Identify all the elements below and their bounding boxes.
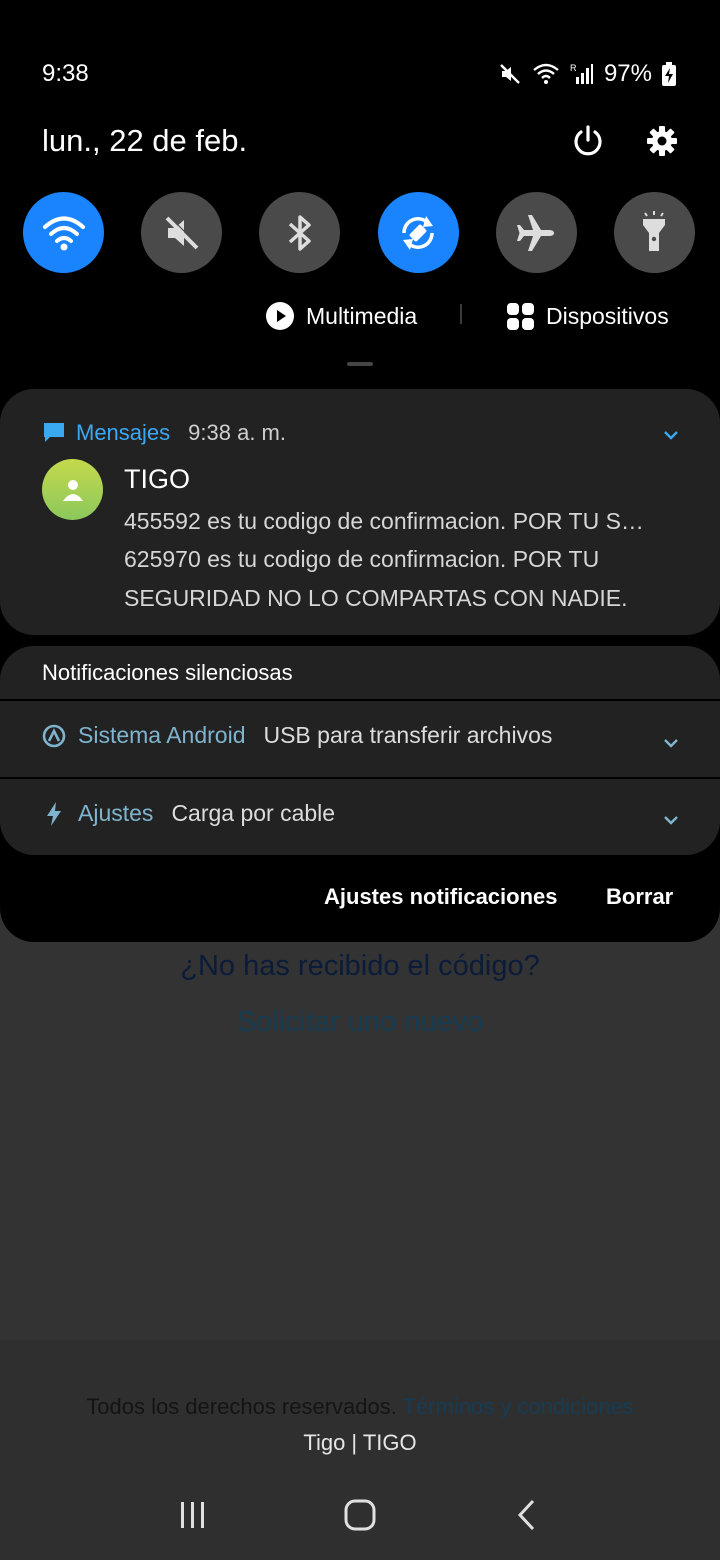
power-button[interactable] <box>566 119 610 163</box>
multimedia-button[interactable]: Multimedia <box>266 296 417 336</box>
airplane-icon <box>517 214 555 251</box>
notification-time: 9:38 a. m. <box>188 420 286 445</box>
signal-roaming-icon: R <box>570 63 593 84</box>
qs-flashlight-toggle[interactable] <box>613 192 695 273</box>
back-icon <box>517 1499 534 1531</box>
clock: 9:38 <box>42 60 89 87</box>
lightning-icon <box>47 801 61 826</box>
devices-button[interactable]: Dispositivos <box>507 296 669 336</box>
message-line-1: 455592 es tu codigo de confirmacion. POR… <box>124 508 644 534</box>
date-label: lun., 22 de feb. <box>42 123 248 158</box>
message-bubble-icon <box>44 423 64 442</box>
mute-icon <box>500 64 520 84</box>
home-button[interactable] <box>320 1485 400 1545</box>
expand-chevron-icon[interactable] <box>661 733 681 753</box>
notification-header: Mensajes 9:38 a. m. <box>42 420 286 446</box>
expand-chevron-icon[interactable] <box>661 810 681 830</box>
divider <box>0 777 720 779</box>
gear-icon <box>647 126 677 156</box>
settings-button[interactable] <box>640 119 684 163</box>
quick-settings <box>23 192 695 274</box>
qs-bluetooth-toggle[interactable] <box>259 192 341 273</box>
recents-icon <box>181 1502 205 1528</box>
home-icon <box>344 1499 376 1531</box>
rights-line: Todos los derechos reservados. Términos … <box>0 1394 720 1420</box>
rights-text: Todos los derechos reservados. <box>86 1394 397 1419</box>
qs-airplane-toggle[interactable] <box>495 192 577 273</box>
notification-settings-button[interactable]: Ajustes notificaciones <box>324 884 558 910</box>
flashlight-icon <box>643 210 666 251</box>
play-icon <box>266 302 294 330</box>
notification-app-name: Mensajes <box>76 420 171 445</box>
android-system-icon <box>42 724 66 747</box>
notification-charging[interactable]: Ajustes Carga por cable <box>42 800 335 827</box>
status-bar: 9:38 R 97% <box>42 56 676 92</box>
message-line-2: 625970 es tu codigo de confirmacion. POR… <box>124 546 600 572</box>
mute-icon <box>165 215 200 249</box>
status-icons: R 97% <box>498 60 676 88</box>
message-line-3: SEGURIDAD NO LO COMPARTAS CON NADIE. <box>124 585 628 611</box>
devices-label: Dispositivos <box>546 302 669 329</box>
media-separator <box>460 304 462 324</box>
navigation-bar <box>0 1470 720 1560</box>
brand-footer: Tigo | TIGO <box>303 1430 417 1455</box>
wifi-icon <box>42 216 85 250</box>
person-icon <box>62 479 83 501</box>
recents-button[interactable] <box>153 1485 233 1545</box>
svg-text:R: R <box>570 63 577 73</box>
divider <box>0 699 720 701</box>
battery-percent: 97% <box>603 60 652 87</box>
usb-app-name: Sistema Android <box>78 722 246 748</box>
auto-rotate-icon <box>402 215 434 250</box>
header-actions <box>566 119 684 163</box>
devices-icon <box>507 302 534 330</box>
silent-notifications-title: Notificaciones silenciosas <box>42 660 293 685</box>
terms-link[interactable]: Términos y condiciones <box>403 1394 634 1419</box>
no-code-question: ¿No has recibido el código? <box>180 950 540 982</box>
bluetooth-icon <box>288 214 311 251</box>
expand-chevron-icon[interactable] <box>661 425 681 445</box>
multimedia-label: Multimedia <box>306 302 418 329</box>
avatar <box>42 459 103 520</box>
drag-handle[interactable] <box>347 362 373 366</box>
notification-sender: TIGO <box>124 464 190 494</box>
back-button[interactable] <box>487 1485 567 1545</box>
qs-sound-toggle[interactable] <box>141 192 223 273</box>
power-icon <box>574 125 602 156</box>
wifi-icon <box>533 63 559 84</box>
charging-text: Carga por cable <box>171 800 336 826</box>
battery-charging-icon <box>662 62 676 86</box>
date-row: lun., 22 de feb. <box>42 118 684 164</box>
clear-button[interactable]: Borrar <box>606 884 673 910</box>
media-row: Multimedia Dispositivos <box>0 296 720 336</box>
charging-app-name: Ajustes <box>78 800 154 826</box>
qs-wifi-toggle[interactable] <box>23 192 104 273</box>
qs-auto-rotate-toggle[interactable] <box>377 192 459 273</box>
usb-text: USB para transferir archivos <box>263 722 553 748</box>
notification-usb[interactable]: Sistema Android USB para transferir arch… <box>42 722 552 749</box>
request-new-code-link[interactable]: Solicitar uno nuevo <box>0 1006 720 1039</box>
